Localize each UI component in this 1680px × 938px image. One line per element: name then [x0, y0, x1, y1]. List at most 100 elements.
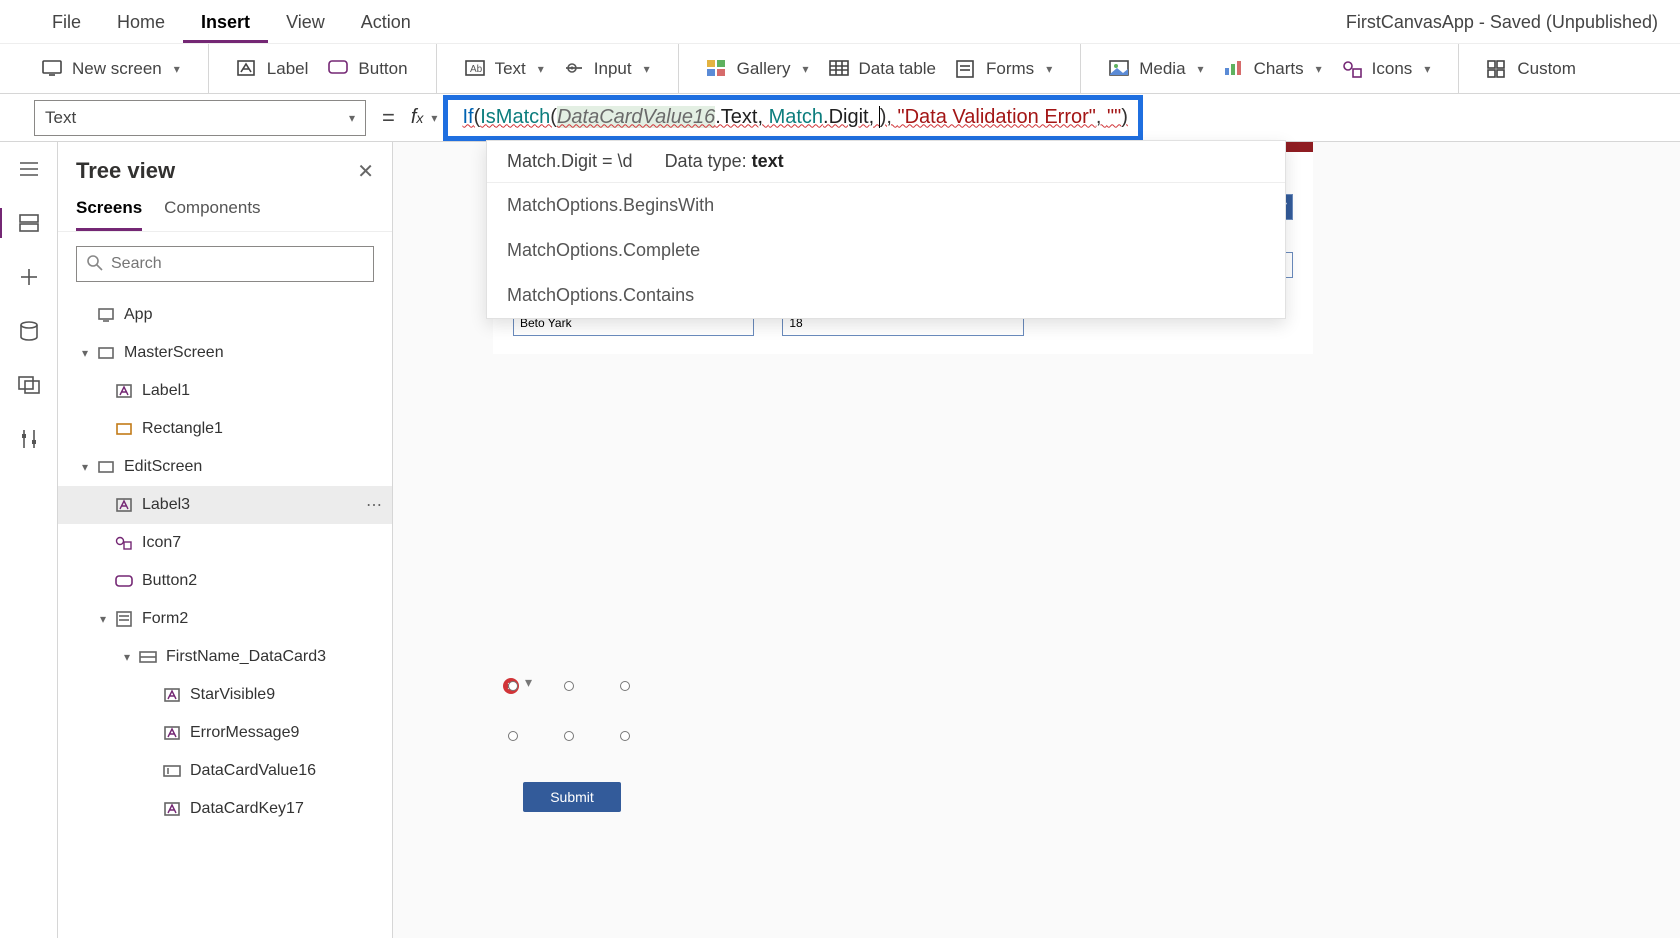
tree-node-label: Button2 [142, 572, 197, 590]
rail-advanced[interactable] [16, 426, 42, 452]
tree-node-label: Icon7 [142, 534, 181, 552]
menu-home[interactable]: Home [99, 4, 183, 43]
insert-charts-button[interactable]: Charts ▾ [1214, 44, 1332, 93]
expand-toggle-icon[interactable]: ▾ [76, 346, 94, 360]
tab-components[interactable]: Components [164, 198, 260, 231]
label-icon [162, 802, 182, 816]
more-icon[interactable]: ⋯ [366, 495, 384, 515]
hint-right: Data type: text [665, 151, 784, 172]
tree-node[interactable]: DataCardKey17 [58, 790, 392, 828]
selected-control[interactable]: ✕ ▾ [513, 686, 625, 736]
insert-icons-button[interactable]: Icons ▾ [1332, 44, 1441, 93]
chevron-down-icon: ▾ [1046, 62, 1052, 76]
rail-tree-view[interactable] [16, 210, 42, 236]
menu-action[interactable]: Action [343, 4, 429, 43]
insert-button-label: Button [358, 59, 407, 79]
intellisense-option[interactable]: MatchOptions.Contains [487, 273, 1285, 318]
screen-icon [96, 347, 116, 359]
insert-custom-button[interactable]: Custom [1477, 44, 1586, 93]
tree-node[interactable]: DataCardValue16 [58, 752, 392, 790]
insert-text-button[interactable]: Ab Text ▾ [455, 44, 554, 93]
tree-node[interactable]: ▾FirstName_DataCard3 [58, 638, 392, 676]
label-icon [114, 498, 134, 512]
submit-button[interactable]: Submit [523, 782, 621, 812]
rail-hamburger[interactable] [16, 156, 42, 182]
new-screen-label: New screen [72, 59, 162, 79]
property-selector[interactable]: Text ▾ [34, 100, 366, 136]
tree-node[interactable]: StarVisible9 [58, 676, 392, 714]
text-icon: Ab [465, 60, 485, 78]
tree-node-label: DataCardValue16 [190, 762, 316, 780]
insert-button-button[interactable]: Button [318, 44, 417, 93]
gallery-icon [707, 60, 727, 78]
rail-media[interactable] [16, 372, 42, 398]
menu-view[interactable]: View [268, 4, 343, 43]
insert-datatable-button[interactable]: Data table [819, 44, 947, 93]
charts-icon [1224, 60, 1244, 78]
tree-view-title: Tree view [76, 158, 175, 184]
formula-input[interactable]: If(IsMatch(DataCardValue16.Text, Match.D… [443, 95, 1142, 141]
tree-node[interactable]: Icon7 [58, 524, 392, 562]
tree-node-label: MasterScreen [124, 344, 224, 362]
chevron-down-icon: ▾ [174, 62, 180, 76]
screen-icon [96, 461, 116, 473]
tree-node[interactable]: ▾ EditScreen [58, 448, 392, 486]
app-icon [96, 308, 116, 322]
forms-icon [956, 60, 976, 78]
tree-node-label: Rectangle1 [142, 420, 223, 438]
expand-toggle-icon[interactable]: ▾ [76, 460, 94, 474]
insert-label-label: Label [267, 59, 309, 79]
menu-file[interactable]: File [34, 4, 99, 43]
button-icon [328, 60, 348, 78]
tree-node[interactable]: ▾Form2 [58, 600, 392, 638]
textinput-icon [162, 765, 182, 777]
tree-node[interactable]: ▾ MasterScreen [58, 334, 392, 372]
expand-toggle-icon[interactable]: ▾ [94, 612, 112, 626]
menu-insert[interactable]: Insert [183, 4, 268, 43]
insert-label-button[interactable]: Label [227, 44, 319, 93]
chevron-down-icon: ▾ [802, 62, 808, 76]
label-icon [162, 688, 182, 702]
tree-node[interactable]: Rectangle1 [58, 410, 392, 448]
custom-icon [1487, 60, 1507, 78]
tab-screens[interactable]: Screens [76, 198, 142, 231]
tree-view-panel: Tree view ✕ Screens Components App ▾ Maste… [58, 142, 393, 938]
insert-media-button[interactable]: Media ▾ [1099, 44, 1213, 93]
insert-input-button[interactable]: Input ▾ [554, 44, 660, 93]
tree-node[interactable]: ErrorMessage9 [58, 714, 392, 752]
tree-node[interactable]: Label1 [58, 372, 392, 410]
rail-data[interactable] [16, 318, 42, 344]
tree-search-input[interactable] [76, 246, 374, 282]
insert-gallery-label: Gallery [737, 59, 791, 79]
intellisense-option[interactable]: MatchOptions.BeginsWith [487, 183, 1285, 228]
tree-node[interactable]: Label3⋯ [58, 486, 392, 524]
fx-button[interactable]: fx ▾ [411, 106, 444, 129]
equals-icon: = [366, 105, 411, 131]
new-screen-button[interactable]: New screen ▾ [32, 44, 190, 93]
intellisense-option[interactable]: MatchOptions.Complete [487, 228, 1285, 273]
chevron-down-icon: ▾ [1198, 62, 1204, 76]
ribbon: New screen ▾ Label Button Ab Text ▾ [0, 44, 1680, 94]
screen-icon [42, 60, 62, 78]
tree-node-label: EditScreen [124, 458, 202, 476]
insert-input-label: Input [594, 59, 632, 79]
hint-left: Match.Digit = \d [507, 151, 633, 172]
tree-node-label: App [124, 306, 152, 324]
intellisense-hint: Match.Digit = \d Data type: text [487, 141, 1285, 183]
buttonctl-icon [114, 575, 134, 587]
close-icon[interactable]: ✕ [357, 159, 374, 184]
rail-insert[interactable] [16, 264, 42, 290]
media-icon [1109, 60, 1129, 78]
app-title: FirstCanvasApp - Saved (Unpublished) [1346, 12, 1658, 43]
tree-tabs: Screens Components [58, 188, 392, 232]
expand-toggle-icon[interactable]: ▾ [118, 650, 136, 664]
insert-icons-label: Icons [1372, 59, 1413, 79]
insert-forms-button[interactable]: Forms ▾ [946, 44, 1062, 93]
property-selector-value: Text [45, 108, 76, 128]
svg-text:Ab: Ab [470, 64, 483, 75]
chevron-down-icon: ▾ [644, 62, 650, 76]
tree-node[interactable]: Button2 [58, 562, 392, 600]
label-icon [237, 60, 257, 78]
tree-node[interactable]: App [58, 296, 392, 334]
insert-gallery-button[interactable]: Gallery ▾ [697, 44, 819, 93]
